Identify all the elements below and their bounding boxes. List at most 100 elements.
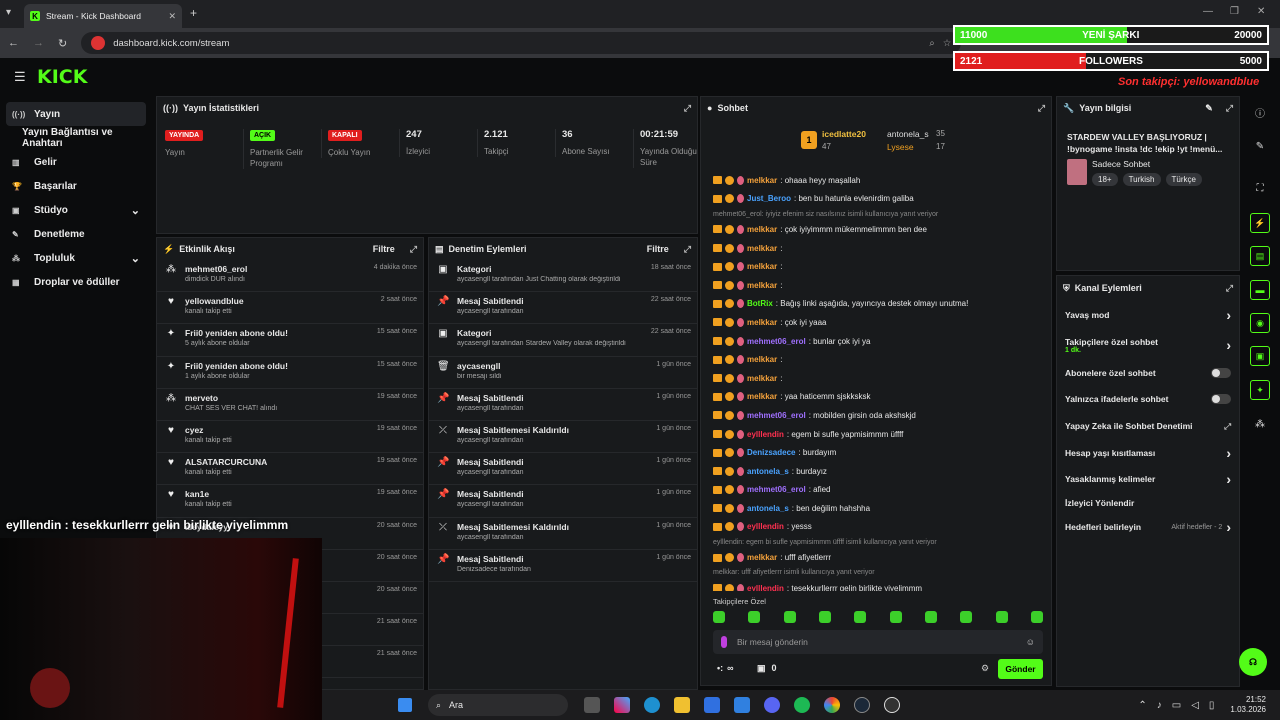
- emote-icon[interactable]: [818, 611, 831, 623]
- chat-username[interactable]: Denizsadece: [747, 448, 795, 457]
- moderation-row[interactable]: ▣ Kategori aycasengll tarafından Just Chat…: [429, 260, 697, 293]
- chevron-up-icon[interactable]: ⌃: [1138, 700, 1146, 711]
- chat-username[interactable]: melkkar: [747, 392, 777, 401]
- emote-icon[interactable]: [995, 611, 1008, 623]
- hamburger-menu-icon[interactable]: ☰: [14, 69, 26, 85]
- channel-action-item[interactable]: Yavaş mod ›: [1057, 300, 1239, 330]
- chat-message[interactable]: melkkar:: [701, 369, 1051, 388]
- activity-row[interactable]: ✦ Frii0 yeniden abone oldu! 1 aylık abone …: [157, 357, 423, 389]
- tag-chip[interactable]: 18+: [1092, 173, 1118, 186]
- chat-username[interactable]: melkkar: [747, 281, 777, 290]
- chat-message[interactable]: melkkar: yaa haticemm sjskksksk: [701, 388, 1051, 407]
- chat-username[interactable]: melkkar: [747, 225, 777, 234]
- back-icon[interactable]: ←: [8, 37, 19, 49]
- emote-icon[interactable]: [1030, 611, 1043, 623]
- chat-username[interactable]: antonela_s: [747, 504, 789, 513]
- emote-icon[interactable]: [924, 611, 937, 623]
- chevron-right-icon[interactable]: ›: [1226, 337, 1231, 353]
- activity-row[interactable]: ♥ cyez kanalı takip etti 19 saat önce: [157, 421, 423, 454]
- bookmark-star-icon[interactable]: ☆: [943, 38, 952, 49]
- chevron-down-icon[interactable]: ⌄: [131, 252, 140, 265]
- chat-messages[interactable]: melkkar: ohaaa heyy maşallah Just_Beroo: …: [701, 171, 1051, 591]
- copilot-icon[interactable]: [614, 697, 630, 713]
- sidebar-item-5[interactable]: ✎ Denetleme: [0, 222, 150, 246]
- moderation-filter-button[interactable]: Filtre: [647, 244, 669, 254]
- zoom-icon[interactable]: ⌕: [929, 38, 934, 49]
- speaker-icon[interactable]: ◁: [1191, 700, 1199, 711]
- activity-row[interactable]: ✦ Frii0 yeniden abone oldu! 5 aylık abone …: [157, 324, 423, 357]
- emote-icon[interactable]: [713, 611, 725, 623]
- chrome-icon[interactable]: [824, 697, 840, 713]
- chat-username[interactable]: Just_Beroo: [747, 194, 791, 203]
- expand-icon[interactable]: ⤢: [1226, 103, 1233, 114]
- chat-message[interactable]: eylllendin: egem bi sufle yapmisimmm üff…: [701, 425, 1051, 444]
- toggle-switch[interactable]: [1211, 368, 1231, 378]
- fullscreen-icon[interactable]: ⛶: [1250, 178, 1270, 198]
- chevron-right-icon[interactable]: ›: [1226, 471, 1231, 487]
- browser-tab[interactable]: K Stream - Kick Dashboard ✕: [24, 4, 182, 28]
- expand-icon[interactable]: ⤢: [684, 244, 691, 255]
- emote-icon[interactable]: [854, 611, 867, 623]
- sidebar-item-0[interactable]: ((·)) Yayın: [6, 102, 146, 126]
- expand-icon[interactable]: ⤢: [1226, 283, 1233, 294]
- sidebar-item-6[interactable]: ⁂ Topluluk ⌄: [0, 246, 150, 270]
- chat-message[interactable]: antonela_s: ben değilim hahshha: [701, 499, 1051, 518]
- close-window-icon[interactable]: ✕: [1257, 6, 1265, 17]
- chat-message[interactable]: melkkar: ufff afiyetlerrr: [701, 548, 1051, 567]
- mail-icon[interactable]: [734, 697, 750, 713]
- chat-message[interactable]: melkkar:: [701, 276, 1051, 295]
- chevron-right-icon[interactable]: ›: [1226, 519, 1231, 535]
- external-link-icon[interactable]: ⤢: [1224, 421, 1231, 432]
- sidebar-item-1[interactable]: Yayın Bağlantısı ve Anahtarı: [0, 126, 150, 150]
- chat-username[interactable]: melkkar: [747, 244, 777, 253]
- edit-icon[interactable]: ✎: [1205, 103, 1213, 114]
- channel-action-item[interactable]: İzleyici Yönlendir: [1057, 492, 1239, 514]
- chat-settings-icon[interactable]: ⚙: [981, 663, 989, 674]
- close-tab-icon[interactable]: ✕: [168, 11, 176, 22]
- channel-action-item[interactable]: Yalnızca ifadelerle sohbet: [1057, 386, 1239, 412]
- info-icon[interactable]: ⓘ: [1250, 102, 1270, 122]
- moderation-row[interactable]: 📌 Mesaj Sabitlendi aycasengll tarafından 1 …: [429, 389, 697, 421]
- chat-message[interactable]: melkkar: çok iyi yaaa: [701, 313, 1051, 332]
- lightning-icon[interactable]: ⚡: [1250, 213, 1270, 233]
- chat-message[interactable]: eylllendin: yesss: [701, 518, 1051, 537]
- chat-username[interactable]: BotRix: [747, 299, 773, 308]
- activity-row[interactable]: ⁂ mehmet06_erol dimdick DUR alındı 4 dakika…: [157, 260, 423, 293]
- reload-icon[interactable]: ↻: [58, 37, 67, 50]
- chat-message[interactable]: Just_Beroo: ben bu hatunla evlenirdim ga…: [701, 190, 1051, 209]
- emote-icon[interactable]: [889, 611, 902, 623]
- file-explorer-icon[interactable]: [674, 697, 690, 713]
- chat-message[interactable]: antonela_s: burdayız: [701, 462, 1051, 481]
- microphone-icon[interactable]: ♪: [1157, 700, 1162, 711]
- channel-action-item[interactable]: Yasaklanmış kelimeler ›: [1057, 466, 1239, 492]
- sidebar-item-7[interactable]: ▦ Droplar ve ödüller: [0, 270, 150, 294]
- sidebar-item-2[interactable]: ▥ Gelir: [0, 150, 150, 174]
- chat-message[interactable]: mehmet06_erol: mobilden girsin oda akshs…: [701, 406, 1051, 425]
- expand-icon[interactable]: ⤢: [1038, 103, 1045, 114]
- chat-username[interactable]: melkkar: [747, 262, 777, 271]
- toggle-switch[interactable]: [1211, 394, 1231, 404]
- chevron-down-icon[interactable]: ⌄: [131, 204, 140, 217]
- tab-list-icon[interactable]: ▾: [6, 7, 11, 18]
- moderation-row[interactable]: ▣ Kategori aycasengll tarafından Stardew V…: [429, 324, 697, 357]
- chat-message[interactable]: Denizsadece: burdayım: [701, 443, 1051, 462]
- activity-filter-button[interactable]: Filtre: [373, 244, 395, 254]
- chat-message[interactable]: eylllendin: tesekkurllerrr gelin birlikt…: [701, 579, 1051, 591]
- task-view-icon[interactable]: [584, 697, 600, 713]
- chat-username[interactable]: mehmet06_erol: [747, 337, 806, 346]
- channel-action-item[interactable]: Hedefleri belirleyin Aktif hedefler - 2 ›: [1057, 514, 1239, 540]
- chat-input[interactable]: Bir mesaj gönderin ☺: [713, 630, 1043, 654]
- pencil-icon[interactable]: ✎: [1250, 136, 1270, 156]
- chat-message[interactable]: mehmet06_erol: afied: [701, 481, 1051, 500]
- store-icon[interactable]: [704, 697, 720, 713]
- chat-message[interactable]: BotRix: Bağış linki aşağıda, yayıncıya d…: [701, 295, 1051, 314]
- chat-message[interactable]: mehmet06_erol: bunlar çok iyi ya: [701, 332, 1051, 351]
- edge-icon[interactable]: [644, 697, 660, 713]
- forward-icon[interactable]: →: [33, 37, 44, 49]
- taskbar-search[interactable]: ⌕ Ara: [428, 694, 568, 716]
- channel-action-item[interactable]: Abonelere özel sohbet: [1057, 360, 1239, 386]
- battery-icon[interactable]: ▯: [1209, 700, 1215, 711]
- channel-action-item[interactable]: Hesap yaşı kısıtlaması ›: [1057, 440, 1239, 466]
- steam-icon[interactable]: [854, 697, 870, 713]
- windows-start-icon[interactable]: [398, 698, 412, 712]
